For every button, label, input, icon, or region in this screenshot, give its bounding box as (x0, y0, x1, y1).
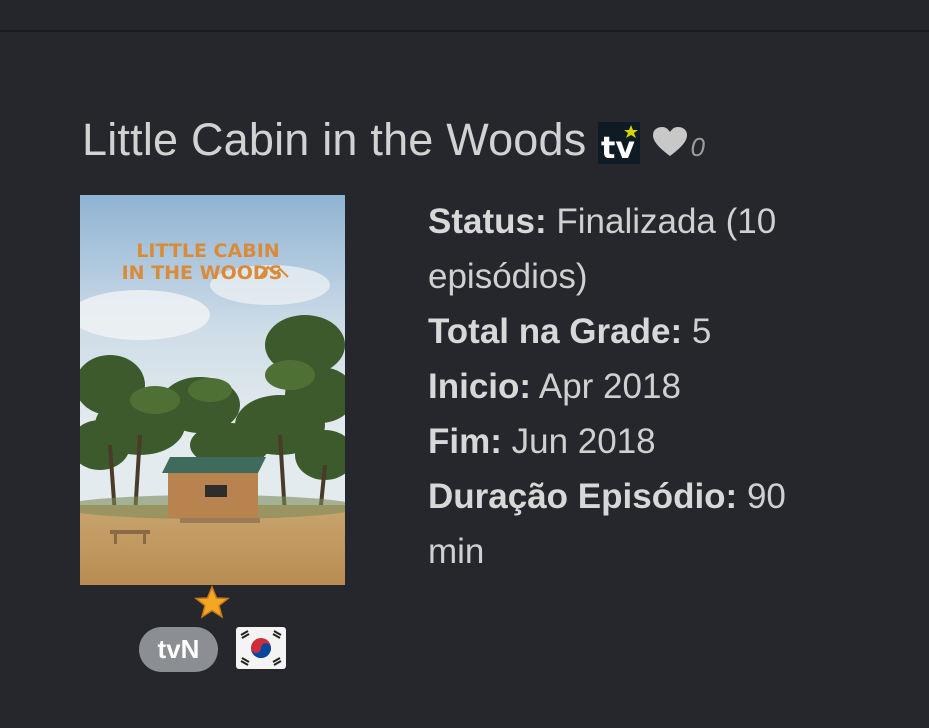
end-value: Jun 2018 (511, 422, 656, 461)
show-poster[interactable]: LITTLE CABIN IN THE WOODS (80, 195, 345, 585)
poster-title-line1: LITTLE CABIN (136, 240, 279, 262)
status-label: Status: (428, 202, 547, 241)
favorite-button[interactable]: 0 (652, 122, 705, 163)
start-label: Inicio: (428, 367, 532, 406)
status-row: Status: Finalizada (10 episódios) (428, 194, 828, 304)
start-value: Apr 2018 (538, 367, 681, 406)
show-title: Little Cabin in the Woods (82, 114, 587, 165)
top-bar (0, 0, 929, 32)
svg-text:tv: tv (601, 131, 635, 164)
duration-row: Duração Episódio: 90 min (428, 469, 828, 579)
tv-type-icon: tv (598, 122, 641, 166)
heart-icon (653, 127, 688, 156)
poster-title-line2: IN THE WOODS (122, 262, 283, 284)
total-value: 5 (691, 312, 712, 351)
favorites-count: 0 (690, 131, 705, 162)
duration-label: Duração Episódio: (428, 477, 738, 516)
total-row: Total na Grade: 5 (428, 304, 828, 359)
end-label: Fim: (428, 422, 502, 461)
title-row: Little Cabin in the Woods tv 0 (82, 112, 705, 168)
start-row: Inicio: Apr 2018 (428, 359, 828, 414)
end-row: Fim: Jun 2018 (428, 414, 828, 469)
network-badge[interactable]: tvN (139, 627, 218, 672)
star-icon (194, 585, 230, 619)
show-info-panel: Status: Finalizada (10 episódios) Total … (428, 194, 828, 579)
total-label: Total na Grade: (428, 312, 683, 351)
south-korea-flag-icon (236, 627, 286, 669)
